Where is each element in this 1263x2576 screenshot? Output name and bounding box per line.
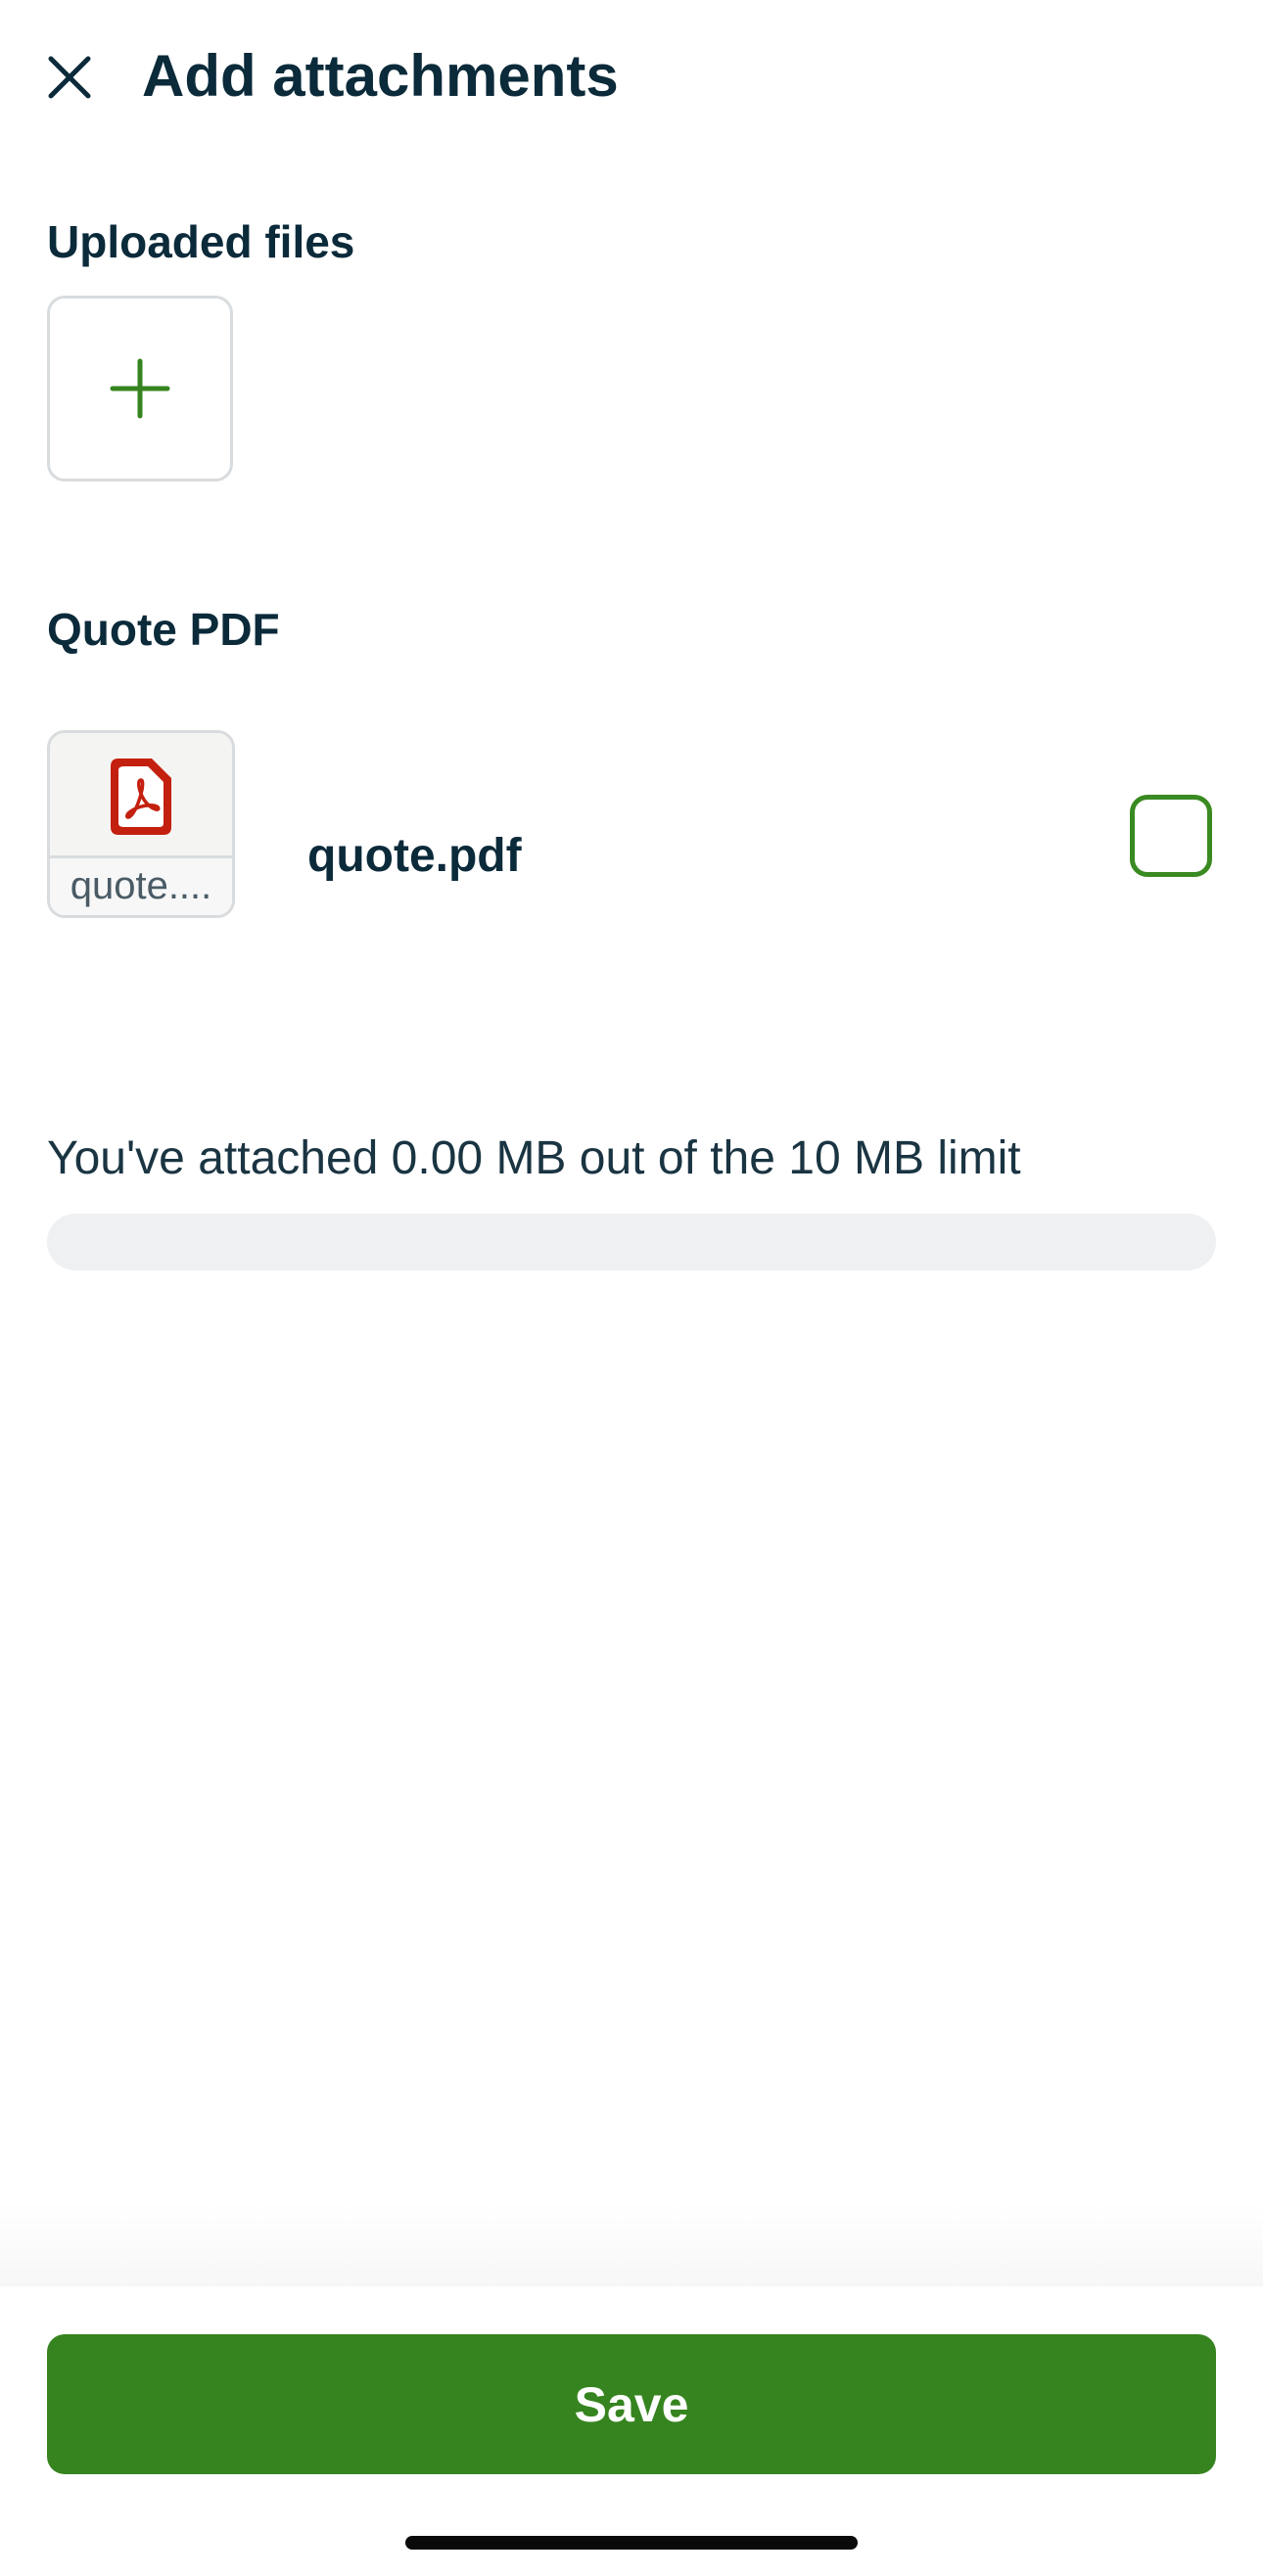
save-button[interactable]: Save: [47, 2334, 1216, 2474]
pdf-thumbnail[interactable]: quote....: [47, 730, 235, 918]
header: Add attachments: [0, 0, 1263, 157]
select-file-checkbox[interactable]: [1130, 795, 1212, 877]
attachment-usage-text: You've attached 0.00 MB out of the 10 MB…: [47, 1132, 1021, 1184]
home-indicator: [405, 2536, 858, 2550]
page-title: Add attachments: [142, 43, 619, 109]
attachment-usage-bar: [47, 1214, 1216, 1270]
thumbnail-caption: quote....: [50, 855, 232, 915]
add-file-button[interactable]: [47, 296, 233, 482]
close-icon: [48, 56, 91, 99]
close-button[interactable]: [35, 43, 104, 112]
plus-icon: [110, 358, 170, 419]
file-name: quote.pdf: [307, 830, 522, 882]
uploaded-files-label: Uploaded files: [47, 216, 355, 267]
add-attachments-screen: Add attachments Uploaded files Quote PDF…: [0, 0, 1263, 2576]
quote-pdf-label: Quote PDF: [47, 604, 280, 655]
footer-shadow: [0, 2202, 1263, 2288]
pdf-file-icon: [111, 759, 171, 835]
